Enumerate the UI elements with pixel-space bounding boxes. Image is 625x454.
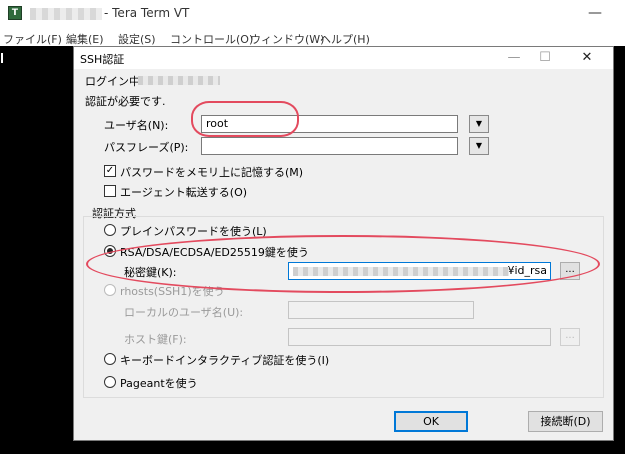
menu-window[interactable]: ウィンドウ(W) (250, 31, 324, 47)
local-username-input[interactable] (288, 301, 474, 319)
passphrase-dropdown-button[interactable]: ▼ (469, 137, 489, 155)
menu-settings[interactable]: 設定(S) (118, 31, 156, 47)
menu-help[interactable]: ヘルプ(H) (320, 31, 370, 47)
disconnect-button[interactable]: 接続断(D) (528, 411, 603, 432)
keyboard-interactive-radio[interactable] (104, 353, 116, 365)
terminal-cursor (1, 53, 3, 63)
username-dropdown-button[interactable]: ▼ (469, 115, 489, 133)
browse-host-key-button[interactable]: ... (560, 328, 580, 346)
agent-forward-checkbox[interactable] (104, 185, 116, 197)
host-key-label: ホスト鍵(F): (124, 333, 187, 346)
dialog-maximize-button[interactable]: ☐ (525, 47, 565, 69)
dialog-title-bar: SSH認証 — ☐ ✕ (74, 47, 613, 69)
app-icon: T (8, 6, 22, 20)
menu-edit[interactable]: 編集(E) (66, 31, 104, 47)
remember-password-checkbox[interactable]: ✓ (104, 165, 116, 177)
highlight-username-annotation (191, 101, 299, 137)
pageant-label: Pageantを使う (120, 377, 198, 390)
remember-password-label: パスワードをメモリ上に記憶する(M) (120, 166, 304, 179)
dialog-title: SSH認証 (80, 53, 125, 66)
auth-required-text: 認証が必要です. (85, 95, 166, 108)
chevron-down-icon: ▼ (475, 119, 483, 128)
username-label: ユーザ名(N): (104, 119, 169, 132)
local-username-label: ローカルのユーザ名(U): (124, 306, 244, 319)
passphrase-label: パスフレーズ(P): (104, 141, 189, 154)
menu-file[interactable]: ファイル(F) (3, 31, 62, 47)
highlight-rsa-key-annotation (86, 235, 600, 293)
rhosts-radio[interactable] (104, 284, 116, 296)
dialog-close-button[interactable]: ✕ (567, 47, 607, 69)
agent-forward-label: エージェント転送する(O) (120, 186, 248, 199)
login-label: ログイン中: (85, 75, 144, 88)
ok-button[interactable]: OK (394, 411, 468, 432)
checkmark-icon: ✓ (105, 165, 115, 176)
redacted-host-text (30, 8, 102, 20)
menu-control[interactable]: コントロール(O) (170, 31, 253, 47)
host-key-input[interactable] (288, 328, 551, 346)
plain-password-radio[interactable] (104, 224, 116, 236)
keyboard-interactive-label: キーボードインタラクティブ認証を使う(I) (120, 354, 330, 367)
window-title: - Tera Term VT (104, 6, 190, 20)
chevron-down-icon: ▼ (475, 141, 483, 150)
minimize-button[interactable]: — (580, 2, 610, 24)
redacted-login-host (138, 76, 220, 85)
pageant-radio[interactable] (104, 376, 116, 388)
passphrase-input[interactable] (201, 137, 458, 155)
ssh-auth-dialog: SSH認証 — ☐ ✕ ログイン中: 認証が必要です. ユーザ名(N): roo… (73, 46, 614, 441)
